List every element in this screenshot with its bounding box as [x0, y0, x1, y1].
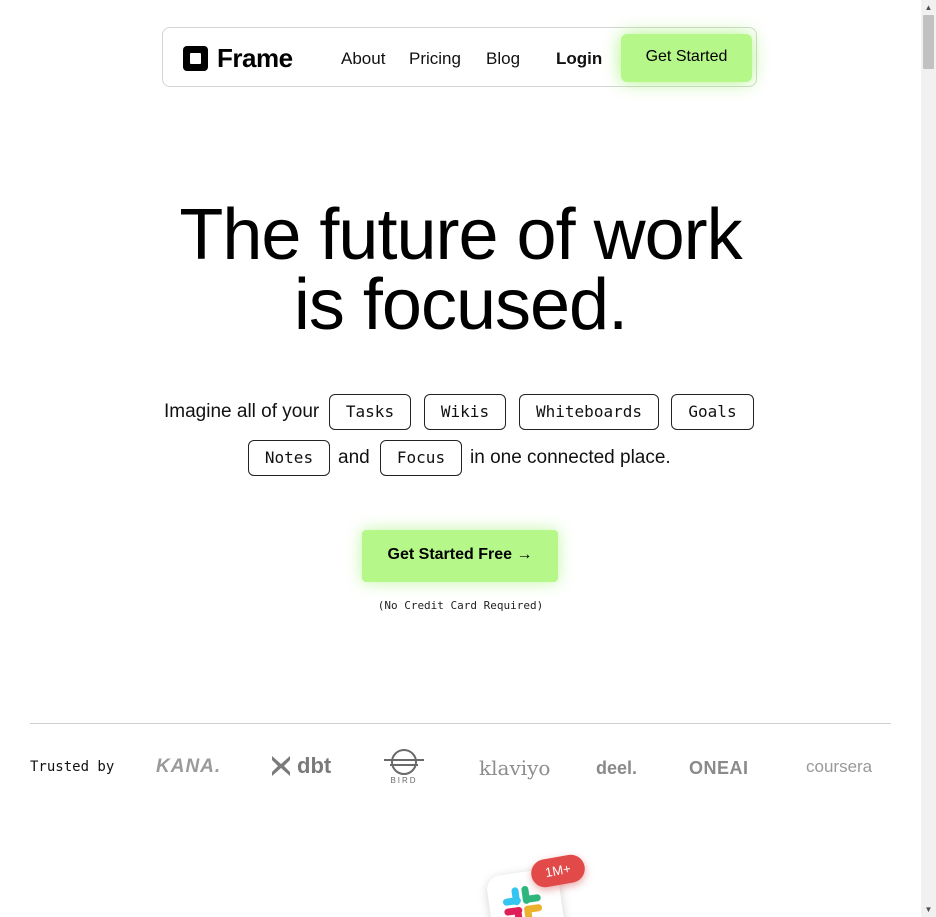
logo-text: Frame: [217, 43, 293, 73]
chip-notes: Notes: [248, 440, 330, 476]
brand-name-bird: BIRD: [390, 776, 418, 785]
trusted-by-label: Trusted by: [30, 759, 115, 775]
brand-logo-deel: deel.: [596, 758, 638, 778]
scroll-up-arrow-icon[interactable]: ▲: [921, 0, 936, 15]
user-count-badge: 1M+: [528, 852, 588, 890]
chip-focus: Focus: [380, 440, 462, 476]
get-started-button[interactable]: Get Started: [621, 34, 752, 82]
nav-link-blog[interactable]: Blog: [486, 48, 520, 70]
dbt-icon: [272, 756, 290, 776]
scroll-down-arrow-icon[interactable]: ▼: [921, 902, 936, 917]
section-divider: [30, 723, 891, 724]
hero-title-line-2: is focused.: [293, 265, 628, 345]
brand-logo-dbt: dbt: [270, 753, 331, 779]
brand-logo-bird: BIRD: [382, 748, 426, 788]
hero-title: The future of work is focused.: [0, 195, 921, 345]
nav-link-about[interactable]: About: [341, 48, 385, 70]
frame-logo-icon: [183, 45, 208, 71]
brand-logo-coursera: coursera: [806, 757, 873, 776]
brand-logo-oneai: ONEAI: [689, 758, 749, 778]
get-started-free-button[interactable]: Get Started Free →: [362, 530, 558, 582]
brand-logo[interactable]: Frame: [183, 44, 293, 72]
chip-wikis: Wikis: [424, 394, 506, 430]
nav-link-pricing[interactable]: Pricing: [409, 48, 461, 70]
landing-page: Frame About Pricing Blog Login Get Start…: [0, 0, 921, 917]
chip-whiteboards: Whiteboards: [519, 394, 659, 430]
tagline-end: in one connected place.: [470, 447, 671, 468]
chip-tasks: Tasks: [329, 394, 411, 430]
bird-icon: [384, 749, 424, 775]
vertical-scrollbar[interactable]: ▲ ▼: [921, 0, 936, 917]
scrollbar-thumb[interactable]: [923, 15, 934, 69]
tagline-and: and: [338, 447, 370, 468]
chip-goals: Goals: [671, 394, 754, 430]
no-credit-card-note: (No Credit Card Required): [377, 599, 544, 612]
login-link[interactable]: Login: [556, 48, 602, 70]
brand-logo-kana: KANA.: [156, 756, 222, 777]
brand-name-dbt: dbt: [297, 753, 332, 778]
top-navigation: Frame About Pricing Blog Login Get Start…: [162, 27, 757, 87]
brand-logo-klaviyo: klaviyo: [479, 756, 551, 780]
tagline-start: Imagine all of your: [164, 401, 320, 422]
hero-title-line-1: The future of work: [179, 195, 742, 275]
